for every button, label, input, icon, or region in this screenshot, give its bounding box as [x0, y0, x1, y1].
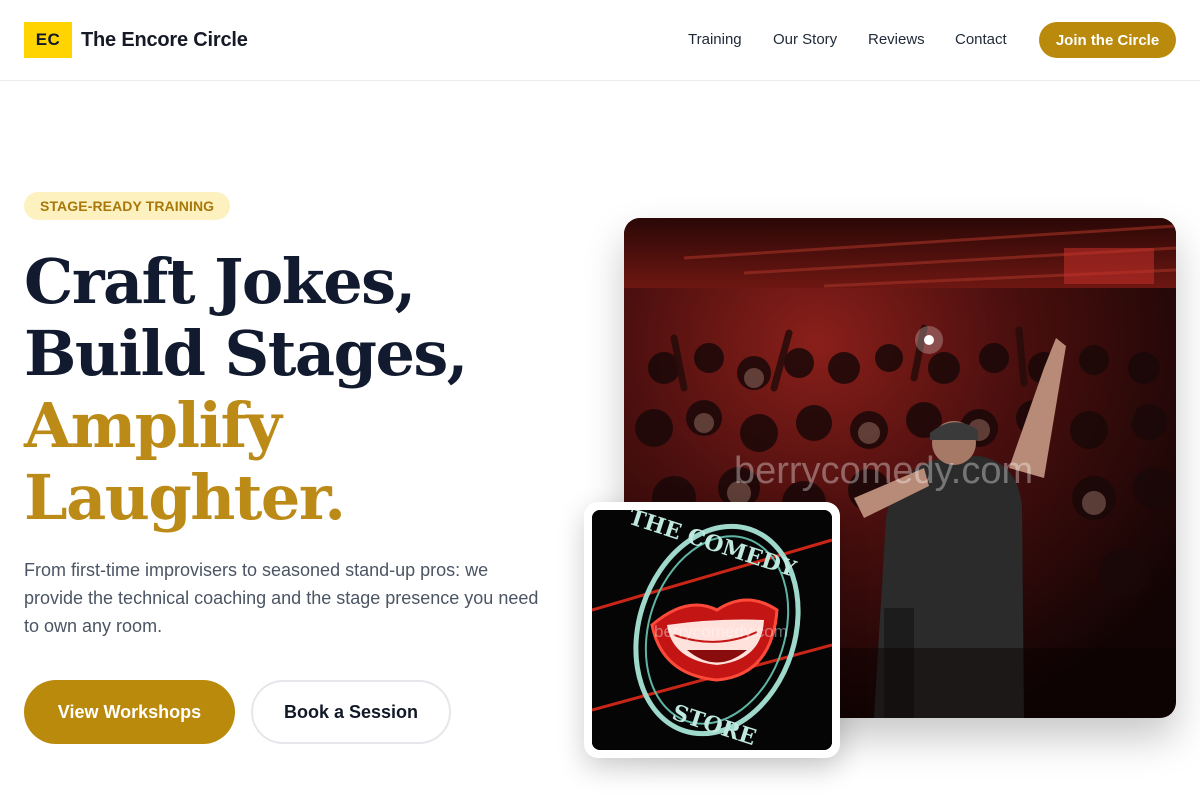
nav-reviews[interactable]: Reviews: [868, 31, 925, 48]
hero-description: From first-time improvisers to seasoned …: [24, 560, 539, 636]
headline-line-4: Laughter.: [24, 461, 346, 534]
headline-line-2: Build Stages,: [24, 317, 468, 390]
comedy-store-neon-card: THE COMEDY STORE berrycomedy.com: [584, 502, 840, 758]
view-workshops-button[interactable]: View Workshops: [24, 680, 235, 744]
brand-name[interactable]: The Encore Circle: [81, 29, 248, 52]
comedy-store-neon-image: THE COMEDY STORE: [592, 510, 832, 750]
book-session-button[interactable]: Book a Session: [251, 680, 451, 744]
join-circle-button[interactable]: Join the Circle: [1039, 22, 1176, 58]
nav-contact[interactable]: Contact: [955, 31, 1007, 48]
site-header: EC The Encore Circle Training Our Story …: [0, 0, 1200, 81]
logo-badge[interactable]: EC: [24, 22, 72, 58]
headline-line-1: Craft Jokes,: [24, 245, 416, 318]
nav-training[interactable]: Training: [688, 31, 742, 48]
stage-ready-tag: STAGE-READY TRAINING: [24, 192, 231, 220]
headline-line-3: Amplify: [24, 389, 282, 462]
hero-headline: Craft Jokes, Build Stages, Amplify Laugh…: [24, 245, 468, 534]
nav-our-story[interactable]: Our Story: [773, 31, 837, 48]
